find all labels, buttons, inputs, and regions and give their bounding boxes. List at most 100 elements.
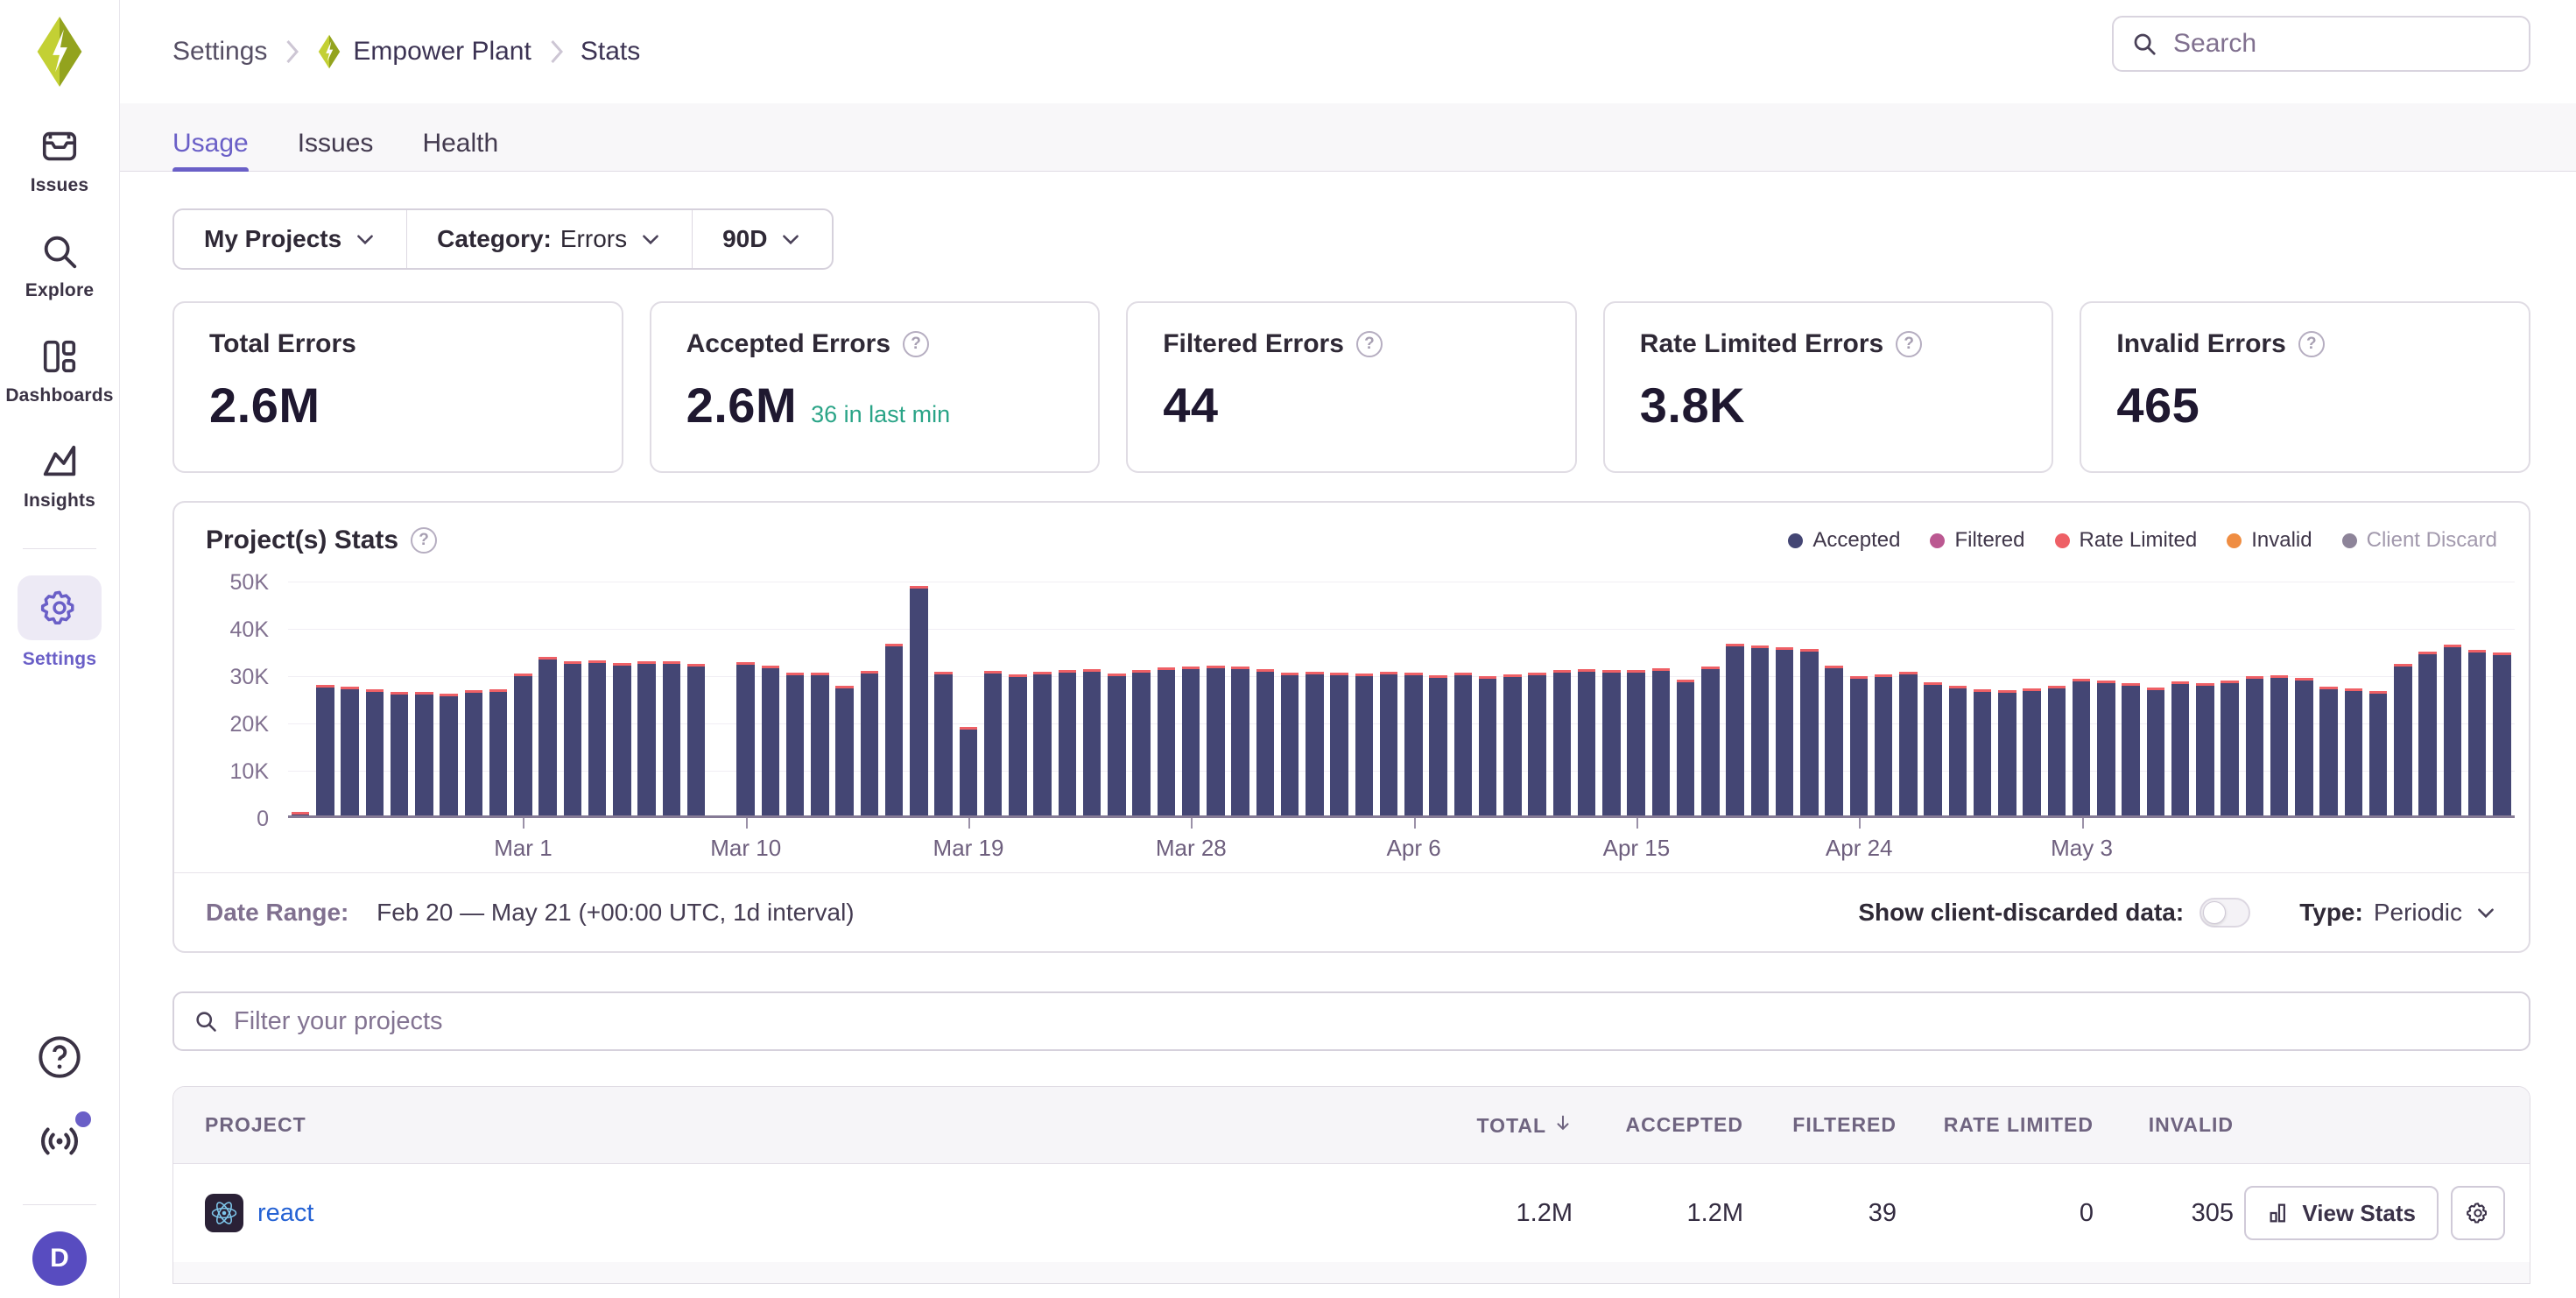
tab-usage[interactable]: Usage	[172, 129, 249, 171]
bar-slot	[437, 582, 461, 815]
client-discard-toggle[interactable]	[2199, 898, 2250, 928]
legend-item-accepted[interactable]: Accepted	[1788, 528, 1900, 553]
accepted-segment	[1429, 678, 1446, 815]
date-range-dropdown[interactable]: 90D	[692, 210, 832, 268]
bar-slot	[1673, 582, 1698, 815]
bar-slot	[882, 582, 906, 815]
breadcrumb-org[interactable]: Empower Plant	[316, 34, 531, 69]
category-filter-dropdown[interactable]: Category: Errors	[406, 210, 692, 268]
stacked-bar	[538, 657, 556, 815]
stacked-bar	[736, 662, 754, 815]
legend-item-invalid[interactable]: Invalid	[2227, 528, 2312, 553]
accepted-segment	[2493, 655, 2510, 815]
tab-health[interactable]: Health	[422, 129, 498, 171]
help-icon[interactable]: ?	[2298, 331, 2325, 357]
category-filter-value: Errors	[560, 225, 627, 253]
accepted-segment	[687, 667, 705, 815]
column-header-total[interactable]: TOTAL	[1354, 1113, 1573, 1138]
help-icon[interactable]: ?	[1896, 331, 1922, 357]
tab-issues[interactable]: Issues	[298, 129, 374, 171]
project-settings-button[interactable]	[2451, 1186, 2505, 1240]
accepted-segment	[1231, 669, 1249, 815]
stacked-bar	[1033, 672, 1051, 815]
explore-icon	[39, 231, 80, 272]
bar-slot	[1228, 582, 1253, 815]
accepted-segment	[1330, 675, 1348, 815]
bar-slot	[833, 582, 857, 815]
stacked-bar	[1281, 673, 1299, 815]
stacked-bar	[2394, 664, 2411, 815]
broadcast-icon[interactable]	[37, 1118, 82, 1164]
sidebar-divider	[23, 1204, 96, 1205]
stacked-bar	[2444, 645, 2461, 815]
breadcrumb-settings[interactable]: Settings	[172, 37, 267, 67]
sidebar-item-insights[interactable]: Insights	[0, 441, 119, 511]
legend-item-filtered[interactable]: Filtered	[1930, 528, 2024, 553]
stacked-bar	[2073, 679, 2090, 815]
accepted-segment	[1355, 676, 1373, 815]
bar-slot	[1624, 582, 1649, 815]
stacked-bar	[2345, 688, 2362, 815]
sidebar-item-settings[interactable]: Settings	[0, 575, 119, 670]
sidebar-item-explore[interactable]: Explore	[0, 231, 119, 301]
stat-card-value-row: 44	[1163, 377, 1540, 434]
bar-slot	[783, 582, 807, 815]
bar-slot	[981, 582, 1005, 815]
x-axis-tick	[1414, 818, 1416, 829]
bar-chart-icon	[2267, 1201, 2291, 1225]
legend-item-client-discard[interactable]: Client Discard	[2342, 528, 2497, 553]
column-header-invalid[interactable]: INVALID	[2094, 1113, 2234, 1137]
column-header-accepted[interactable]: ACCEPTED	[1573, 1113, 1743, 1137]
accepted-segment	[1132, 673, 1150, 815]
search-input[interactable]	[2171, 28, 2511, 60]
sentry-logo[interactable]	[32, 16, 88, 88]
column-header-filtered[interactable]: FILTERED	[1743, 1113, 1897, 1137]
avatar[interactable]: D	[32, 1231, 87, 1286]
column-header-rate-limited[interactable]: RATE LIMITED	[1897, 1113, 2094, 1137]
sidebar-item-issues[interactable]: Issues	[0, 126, 119, 196]
chart-footer-controls: Show client-discarded data: Type: Period…	[1858, 898, 2497, 928]
sidebar-item-dashboards[interactable]: Dashboards	[0, 336, 119, 406]
stat-card-title: Accepted Errors?	[686, 329, 1064, 359]
toggle-knob	[2203, 901, 2226, 924]
bar-slot	[1574, 582, 1599, 815]
legend-dot-icon	[1788, 533, 1803, 548]
help-icon[interactable]: ?	[411, 527, 437, 554]
stacked-bar	[489, 689, 507, 815]
stacked-bar	[316, 685, 334, 815]
bar-slot	[2440, 582, 2465, 815]
type-label: Type:	[2299, 899, 2363, 927]
stat-card-value-row: 465	[2116, 377, 2494, 434]
column-header-project[interactable]: PROJECT	[205, 1113, 1354, 1137]
accepted-segment	[1602, 673, 1620, 815]
accepted-segment	[440, 696, 457, 815]
dashboards-icon	[39, 336, 80, 377]
stacked-bar	[2319, 687, 2337, 815]
projects-filter-dropdown[interactable]: My Projects	[174, 210, 406, 268]
bar-slot	[1253, 582, 1277, 815]
stacked-bar	[465, 690, 482, 815]
accepted-segment	[1380, 674, 1397, 815]
stat-card-value: 2.6M	[209, 377, 320, 434]
stacked-bar	[2048, 686, 2066, 815]
bar-slot	[560, 582, 585, 815]
accepted-segment	[736, 665, 754, 815]
bar-slot	[1031, 582, 1055, 815]
help-icon[interactable]: ?	[903, 331, 929, 357]
accepted-segment	[316, 688, 334, 815]
view-stats-button[interactable]: View Stats	[2244, 1186, 2439, 1240]
bar-slot	[1748, 582, 1772, 815]
help-icon[interactable]	[37, 1034, 82, 1080]
legend-item-rate-limited[interactable]: Rate Limited	[2055, 528, 2198, 553]
accepted-segment	[1776, 650, 1793, 815]
accepted-segment	[366, 692, 384, 815]
project-filter-input[interactable]	[232, 1006, 2509, 1037]
type-dropdown[interactable]: Type: Periodic	[2299, 899, 2497, 927]
bar-slot	[1797, 582, 1821, 815]
bar-slot	[1451, 582, 1475, 815]
bar-slot	[1946, 582, 1970, 815]
help-icon[interactable]: ?	[1356, 331, 1383, 357]
stacked-bar	[1231, 667, 1249, 815]
accepted-segment	[341, 689, 358, 815]
project-link[interactable]: react	[257, 1199, 313, 1228]
